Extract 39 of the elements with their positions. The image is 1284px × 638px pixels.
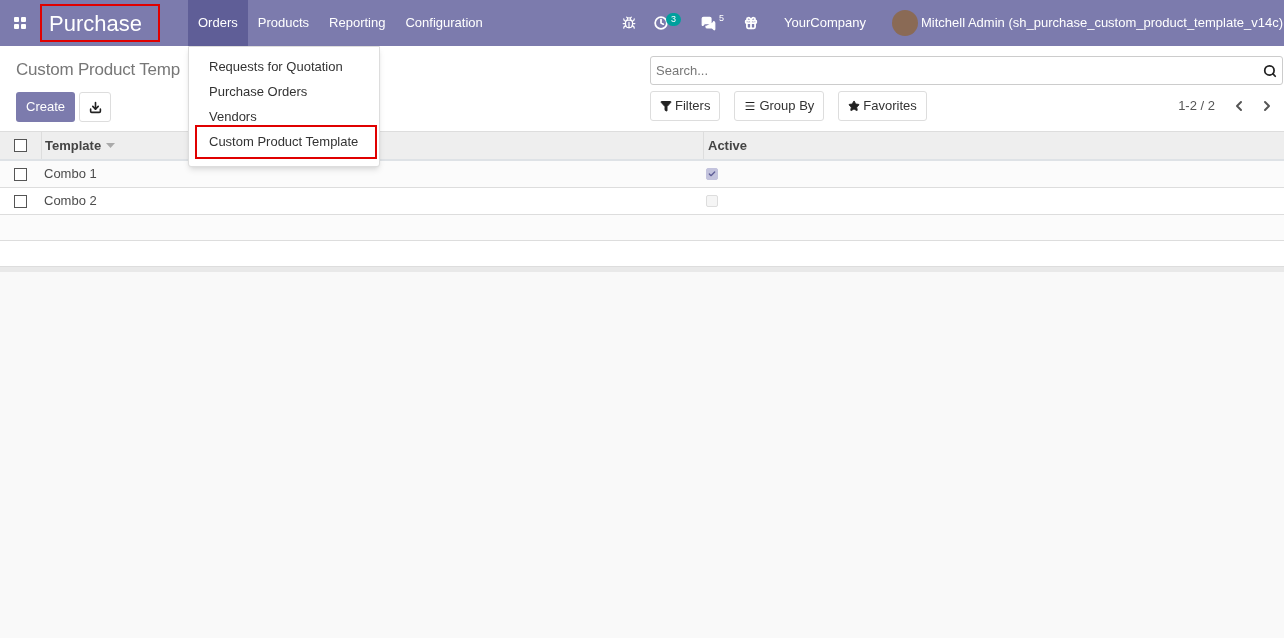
menu-tab[interactable]: Reporting (319, 0, 396, 46)
list-icon (744, 100, 757, 112)
breadcrumb-title: Custom Product Temp (16, 59, 181, 81)
create-button[interactable]: Create (16, 92, 76, 122)
message-count: 5 (719, 12, 725, 26)
search-input[interactable]: Search... (656, 60, 1263, 81)
filter-icon (660, 100, 672, 112)
clock-icon[interactable] (654, 16, 669, 30)
row-checkbox[interactable] (14, 194, 27, 208)
search-option-button[interactable]: Favorites (838, 91, 927, 121)
search-field[interactable]: Search... (650, 56, 1283, 85)
pager-text: 1-2 / 2 (1178, 97, 1215, 116)
activity-badge: 3 (666, 12, 682, 26)
menu-tab[interactable]: Configuration (395, 0, 493, 46)
sort-caret-icon (106, 143, 116, 148)
company-switcher[interactable]: YourCompany (784, 13, 866, 33)
select-all-checkbox[interactable] (14, 139, 27, 152)
user-menu[interactable]: Mitchell Admin (sh_purchase_custom_product_template_v14c) (920, 13, 1284, 33)
search-option-button[interactable]: Filters (650, 91, 721, 121)
star-icon (848, 100, 861, 112)
download-icon (88, 100, 102, 114)
bug-icon[interactable] (622, 16, 637, 30)
gift-icon[interactable] (744, 16, 759, 30)
menu-tab[interactable]: Orders (188, 0, 248, 46)
dropdown-item[interactable]: Custom Product Template (195, 125, 377, 159)
app-title: Purchase (40, 4, 160, 42)
menu-tab[interactable]: Products (247, 0, 320, 46)
apps-grid-icon[interactable] (14, 17, 26, 29)
table-cell-text: Combo 1 (43, 165, 98, 184)
download-button[interactable] (79, 92, 112, 122)
row-checkbox[interactable] (14, 167, 27, 181)
search-option-button[interactable]: Group By (734, 91, 825, 121)
dropdown-item[interactable]: Requests for Quotation (195, 54, 377, 79)
column-header[interactable]: Active (703, 132, 1284, 159)
chat-icon[interactable] (701, 15, 717, 31)
user-avatar (891, 10, 918, 36)
dropdown-item[interactable]: Purchase Orders (195, 79, 377, 104)
table-cell-text: Combo 2 (43, 192, 98, 211)
search-icon[interactable] (1263, 63, 1277, 78)
